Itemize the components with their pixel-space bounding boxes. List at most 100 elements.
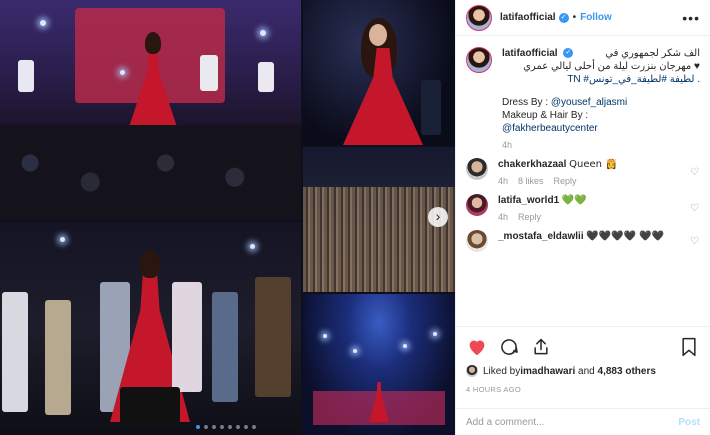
stage-light xyxy=(60,237,65,242)
caption-avatar[interactable] xyxy=(466,47,492,73)
photo-stage-lights xyxy=(303,294,455,435)
dancer xyxy=(255,277,291,397)
dancer xyxy=(45,300,71,415)
verified-icon: ✓ xyxy=(558,12,569,23)
likes-summary: Liked by imadhawari and 4,883 others xyxy=(466,365,700,377)
post-header: latifaofficial ✓ • Follow ••• xyxy=(456,0,710,36)
dancer xyxy=(212,292,238,402)
stage-light xyxy=(260,30,266,36)
crowd xyxy=(0,125,301,220)
crowd xyxy=(303,187,455,292)
carousel-dot xyxy=(252,425,256,429)
heart-icon[interactable] xyxy=(466,336,488,358)
author-username[interactable]: latifaofficial xyxy=(500,12,556,23)
dancer xyxy=(172,282,202,392)
caption-body: latifaofficial ✓ الف شكر لجمهوري في ♥ مه… xyxy=(502,47,700,150)
commenter-avatar[interactable] xyxy=(466,194,488,216)
carousel-indicator xyxy=(196,425,256,429)
author-avatar[interactable] xyxy=(466,4,492,31)
header-separator: • xyxy=(572,12,577,23)
comment-input[interactable] xyxy=(466,416,679,428)
likes-prefix: Liked by xyxy=(483,365,521,377)
dancer xyxy=(2,292,28,412)
comment-meta: 4h Reply xyxy=(498,212,684,222)
bookmark-icon[interactable] xyxy=(678,336,700,358)
comment-text: latifa_world1 💚💚 xyxy=(498,194,684,207)
stage-monitor xyxy=(120,387,180,427)
musician xyxy=(421,80,441,135)
stage-light xyxy=(433,332,437,336)
carousel-dot xyxy=(228,425,232,429)
commenter-avatar[interactable] xyxy=(466,158,488,180)
caption-dress-label: Dress By : xyxy=(502,97,551,108)
stage-light xyxy=(403,344,407,348)
comment-time[interactable]: 4h xyxy=(498,176,508,186)
stage-light xyxy=(120,70,125,75)
comment-meta: 4h 8 likes Reply xyxy=(498,176,684,186)
liker-username[interactable]: imadhawari xyxy=(520,366,575,377)
reply-button[interactable]: Reply xyxy=(518,212,541,222)
likes-count[interactable]: 4,883 others xyxy=(598,366,656,377)
post-comment-button[interactable]: Post xyxy=(678,417,700,428)
comment-item: _mostafa_eldawlii 🖤🖤🖤🖤 🖤🖤 ♡ xyxy=(466,230,700,252)
comment-username[interactable]: chakerkhazaal xyxy=(498,159,566,170)
carousel-next-button[interactable]: › xyxy=(428,207,448,227)
comment-item: latifa_world1 💚💚 4h Reply ♡ xyxy=(466,194,700,222)
post-media[interactable]: › xyxy=(0,0,455,435)
carousel-dot xyxy=(212,425,216,429)
comment-time[interactable]: 4h xyxy=(498,212,508,222)
caption-time[interactable]: 4h xyxy=(502,140,512,150)
comment-body: latifa_world1 💚💚 4h Reply xyxy=(498,194,684,222)
photo-dancers xyxy=(0,222,301,435)
comment-content: Queen 👸 xyxy=(569,159,618,170)
caption-meta: 4h xyxy=(502,140,700,150)
stage-light xyxy=(323,334,327,338)
carousel-dot xyxy=(204,425,208,429)
comment-content: 🖤🖤🖤🖤 🖤🖤 xyxy=(586,231,665,242)
comment-username[interactable]: latifa_world1 xyxy=(498,195,559,206)
comment-icon[interactable] xyxy=(498,336,520,358)
carousel-dot xyxy=(244,425,248,429)
comment-item: chakerkhazaal Queen 👸 4h 8 likes Reply ♡ xyxy=(466,158,700,186)
photo-singer-closeup xyxy=(303,0,455,145)
comment-likes[interactable]: 8 likes xyxy=(518,176,544,186)
comment-content: 💚💚 xyxy=(561,195,587,206)
caption-makeup-label: Makeup & Hair By : xyxy=(502,110,589,121)
comment-body: _mostafa_eldawlii 🖤🖤🖤🖤 🖤🖤 xyxy=(498,230,684,252)
heart-outline-icon[interactable]: ♡ xyxy=(690,167,700,178)
comment-username[interactable]: _mostafa_eldawlii xyxy=(498,231,584,242)
post-timestamp[interactable]: 4 HOURS AGO xyxy=(466,385,700,394)
add-comment-bar: Post xyxy=(456,408,710,435)
caption-line-3[interactable]: . لطيفة #لطيفة_في_تونس# TN xyxy=(502,73,700,86)
musician xyxy=(200,55,218,91)
caption-line-2: ♥ مهرجان بنزرت ليلة من أحلى ليالي عمري xyxy=(523,61,700,72)
makeup-artist-link[interactable]: @fakherbeautycenter xyxy=(502,122,700,135)
musician xyxy=(18,60,34,92)
comment-text: chakerkhazaal Queen 👸 xyxy=(498,158,684,171)
action-bar xyxy=(466,335,700,359)
carousel-dot xyxy=(220,425,224,429)
share-icon[interactable] xyxy=(530,336,552,358)
photo-stage-band xyxy=(0,0,301,220)
caption: latifaofficial ✓ الف شكر لجمهوري في ♥ مه… xyxy=(466,47,700,150)
comments-list[interactable]: latifaofficial ✓ الف شكر لجمهوري في ♥ مه… xyxy=(456,37,710,325)
liker-avatar[interactable] xyxy=(466,365,478,377)
likes-middle: and xyxy=(575,365,598,377)
comment-text: _mostafa_eldawlii 🖤🖤🖤🖤 🖤🖤 xyxy=(498,230,684,243)
follow-button[interactable]: Follow xyxy=(580,12,612,23)
caption-username[interactable]: latifaofficial xyxy=(502,48,558,59)
heart-outline-icon[interactable]: ♡ xyxy=(690,203,700,214)
reply-button[interactable]: Reply xyxy=(554,176,577,186)
singer-dress xyxy=(343,48,423,145)
verified-icon: ✓ xyxy=(563,48,574,59)
caption-text: latifaofficial ✓ الف شكر لجمهوري في ♥ مه… xyxy=(502,47,700,135)
commenter-avatar[interactable] xyxy=(466,230,488,252)
singer-hair xyxy=(140,250,160,278)
stage-light xyxy=(40,20,46,26)
post-sidebar: latifaofficial ✓ • Follow ••• latifaoffi… xyxy=(455,0,710,435)
more-icon[interactable]: ••• xyxy=(682,10,700,26)
dress-designer-link[interactable]: @yousef_aljasmi xyxy=(551,97,627,108)
singer-hair xyxy=(145,32,161,54)
heart-outline-icon[interactable]: ♡ xyxy=(690,236,700,247)
carousel-dot xyxy=(236,425,240,429)
